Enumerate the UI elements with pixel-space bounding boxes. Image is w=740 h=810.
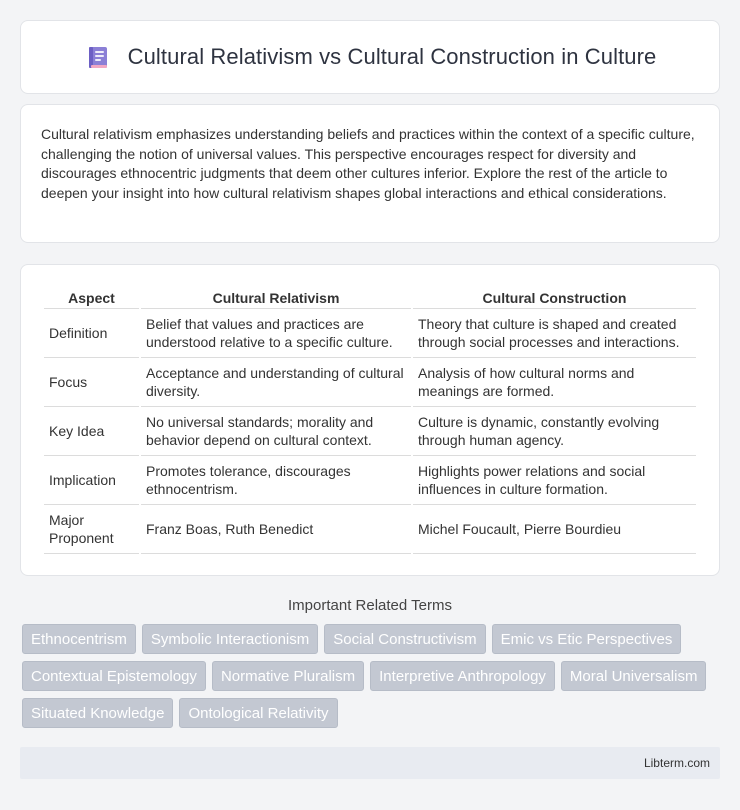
table-row: Major Proponent Franz Boas, Ruth Benedic… (44, 505, 696, 554)
header-cultural-relativism: Cultural Relativism (141, 285, 411, 309)
row-aspect: Key Idea (44, 407, 139, 456)
row-construction: Michel Foucault, Pierre Bourdieu (413, 505, 696, 554)
row-aspect: Major Proponent (44, 505, 139, 554)
term-tag-emic-vs-etic-perspectives[interactable]: Emic vs Etic Perspectives (491, 624, 682, 654)
row-relativism: Belief that values and practices are und… (141, 309, 411, 358)
book-icon (84, 43, 112, 71)
row-relativism: Franz Boas, Ruth Benedict (141, 505, 411, 554)
related-terms-list: Ethnocentrism Symbolic Interactionism So… (20, 624, 720, 728)
row-construction: Analysis of how cultural norms and meani… (413, 358, 696, 407)
related-terms-title: Important Related Terms (288, 597, 452, 614)
footer: Libterm.com (20, 747, 720, 779)
intro-card: Cultural relativism emphasizes understan… (20, 104, 720, 243)
row-aspect: Definition (44, 309, 139, 358)
term-tag-contextual-epistemology[interactable]: Contextual Epistemology (22, 661, 206, 691)
page: Cultural Relativism vs Cultural Construc… (0, 0, 740, 810)
table-header-row: Aspect Cultural Relativism Cultural Cons… (44, 285, 696, 309)
row-construction: Highlights power relations and social in… (413, 456, 696, 505)
table-row: Focus Acceptance and understanding of cu… (44, 358, 696, 407)
table-row: Definition Belief that values and practi… (44, 309, 696, 358)
term-tag-social-constructivism[interactable]: Social Constructivism (324, 624, 486, 654)
row-construction: Theory that culture is shaped and create… (413, 309, 696, 358)
row-relativism: No universal standards; morality and beh… (141, 407, 411, 456)
term-tag-moral-universalism[interactable]: Moral Universalism (560, 661, 707, 691)
header-cultural-construction: Cultural Construction (413, 285, 696, 309)
term-tag-ethnocentrism[interactable]: Ethnocentrism (22, 624, 136, 654)
row-aspect: Implication (44, 456, 139, 505)
comparison-table: Aspect Cultural Relativism Cultural Cons… (42, 285, 698, 554)
row-aspect: Focus (44, 358, 139, 407)
term-tag-ontological-relativity[interactable]: Ontological Relativity (179, 698, 338, 728)
term-tag-situated-knowledge[interactable]: Situated Knowledge (22, 698, 174, 728)
row-construction: Culture is dynamic, constantly evolving … (413, 407, 696, 456)
row-relativism: Promotes tolerance, discourages ethnocen… (141, 456, 411, 505)
intro-text: Cultural relativism emphasizes understan… (41, 126, 695, 201)
footer-link[interactable]: Libterm.com (644, 756, 710, 770)
table-row: Implication Promotes tolerance, discoura… (44, 456, 696, 505)
header-aspect: Aspect (44, 285, 139, 309)
table-row: Key Idea No universal standards; moralit… (44, 407, 696, 456)
term-tag-symbolic-interactionism[interactable]: Symbolic Interactionism (141, 624, 319, 654)
row-relativism: Acceptance and understanding of cultural… (141, 358, 411, 407)
comparison-table-card: Aspect Cultural Relativism Cultural Cons… (20, 264, 720, 576)
term-tag-normative-pluralism[interactable]: Normative Pluralism (211, 661, 365, 691)
term-tag-interpretive-anthropology[interactable]: Interpretive Anthropology (370, 661, 555, 691)
header-card: Cultural Relativism vs Cultural Construc… (20, 20, 720, 94)
page-title: Cultural Relativism vs Cultural Construc… (127, 44, 657, 69)
